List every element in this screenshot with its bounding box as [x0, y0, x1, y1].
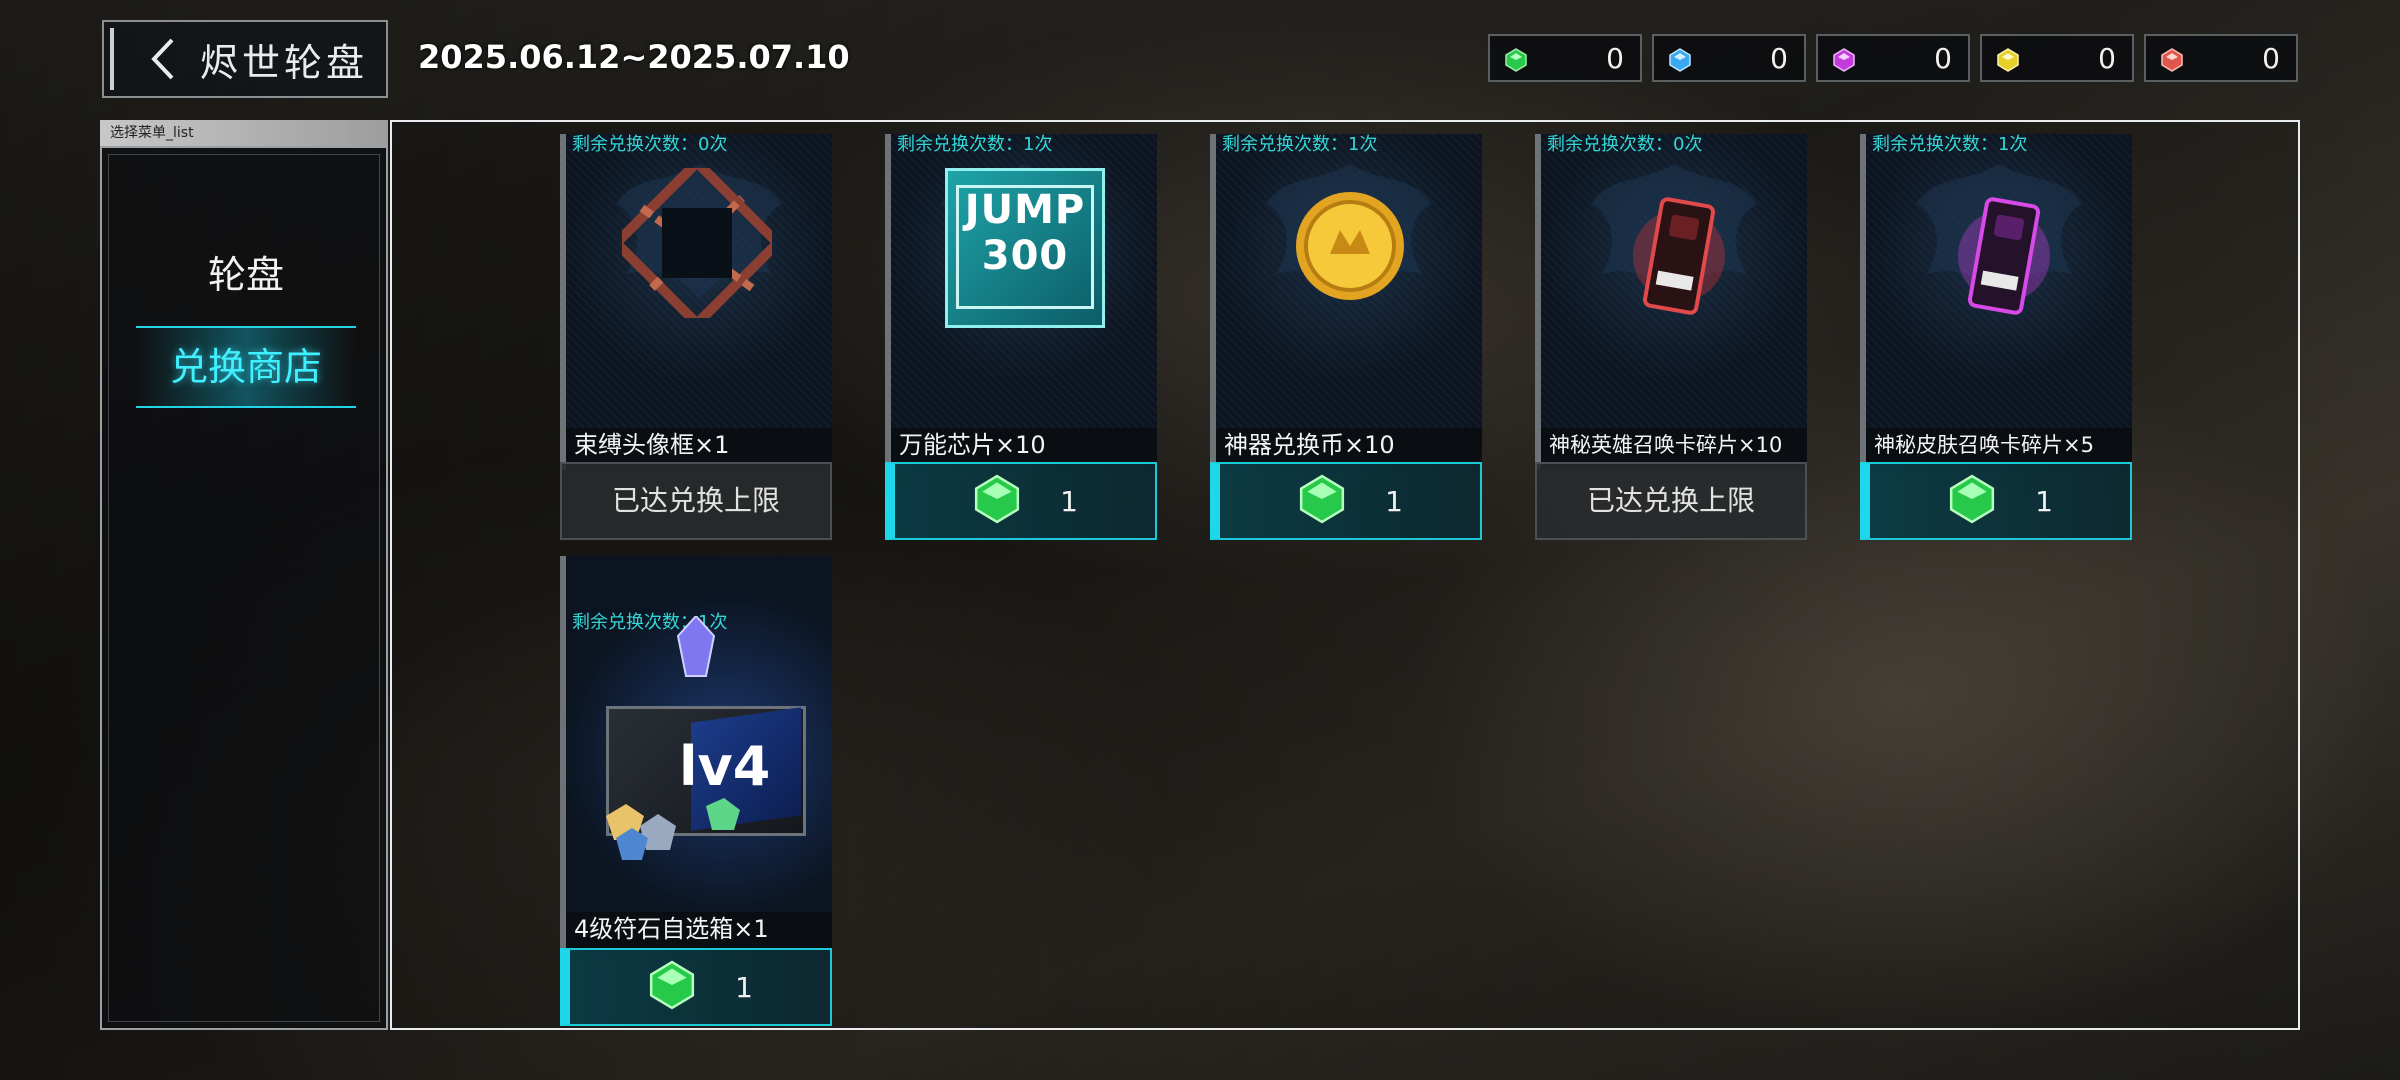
artifact-coin-icon	[1296, 192, 1404, 300]
side-menu-header: 选择菜单_list	[100, 120, 388, 146]
shop-item-card: 剩余兑换次数：0次 束缚头像框×1 已达兑换上限	[560, 134, 832, 540]
currency-value: 0	[1934, 41, 1952, 75]
currency-bar: 0 0 0 0 0	[1488, 34, 2298, 82]
green-gem-icon	[647, 960, 697, 1014]
price-value: 1	[1385, 484, 1403, 518]
green-gem-icon	[972, 474, 1022, 528]
skin-summon-card-icon	[1958, 197, 2050, 315]
chevron-left-icon	[148, 36, 192, 82]
limit-reached-button[interactable]: 已达兑换上限	[1535, 462, 1807, 540]
item-image[interactable]: 剩余兑换次数：0次	[1535, 134, 1807, 428]
yellow-gem-icon	[1996, 48, 2020, 76]
currency-value: 0	[1606, 41, 1624, 75]
green-gem-icon	[1297, 474, 1347, 528]
exchange-shop-panel: 剩余兑换次数：0次 束缚头像框×1 已达兑换上限 剩余兑换次数：1次 JUMP …	[390, 120, 2300, 1030]
bound-avatar-frame-icon	[622, 168, 772, 318]
green-gem-icon	[1504, 48, 1528, 76]
exchange-button[interactable]: 1	[560, 948, 832, 1026]
blue-gem-icon	[1668, 48, 1692, 76]
item-image[interactable]: 剩余兑换次数：1次	[1210, 134, 1482, 428]
item-image[interactable]: 剩余兑换次数：1次 JUMP 300	[885, 134, 1157, 428]
item-image[interactable]: 剩余兑换次数：0次	[560, 134, 832, 428]
exchange-button[interactable]: 1	[885, 462, 1157, 540]
currency-red: 0	[2144, 34, 2298, 82]
limit-reached-button[interactable]: 已达兑换上限	[560, 462, 832, 540]
shop-item-card: 剩余兑换次数：1次 lv4 4级符石自选箱×1 1	[560, 556, 832, 1026]
remaining-count: 剩余兑换次数：1次	[897, 134, 1053, 155]
shop-item-card: 剩余兑换次数：1次 神秘皮肤召唤卡碎片×5 1	[1860, 134, 2132, 540]
universal-chip-icon: JUMP 300	[945, 168, 1105, 328]
side-menu: 选择菜单_list 轮盘 兑换商店	[100, 120, 388, 1030]
sidebar-item-exchange-shop[interactable]: 兑换商店	[136, 326, 356, 408]
price-value: 1	[2035, 484, 2053, 518]
rune-stones-icon	[606, 798, 740, 860]
price-value: 1	[1060, 484, 1078, 518]
exchange-button[interactable]: 1	[1210, 462, 1482, 540]
price-value: 1	[735, 970, 753, 1004]
currency-yellow: 0	[1980, 34, 2134, 82]
currency-blue: 0	[1652, 34, 1806, 82]
remaining-count: 剩余兑换次数：0次	[572, 134, 728, 155]
shop-item-card: 剩余兑换次数：1次 神器兑换币×10 1	[1210, 134, 1482, 540]
item-image[interactable]: 剩余兑换次数：1次	[1860, 134, 2132, 428]
sidebar-item-wheel[interactable]: 轮盘	[102, 244, 390, 299]
currency-value: 0	[2098, 41, 2116, 75]
page-title: 烬世轮盘	[200, 40, 369, 85]
event-date-range: 2025.06.12~2025.07.10	[418, 38, 850, 76]
currency-value: 0	[2262, 41, 2280, 75]
remaining-count: 剩余兑换次数：1次	[1222, 134, 1378, 155]
side-menu-body: 轮盘 兑换商店	[100, 146, 388, 1030]
crystal-icon	[676, 616, 716, 677]
shop-item-card: 剩余兑换次数：1次 JUMP 300 万能芯片×10 1	[885, 134, 1157, 540]
remaining-count: 剩余兑换次数：0次	[1547, 134, 1703, 155]
currency-value: 0	[1770, 41, 1788, 75]
exchange-button[interactable]: 1	[1860, 462, 2132, 540]
item-image[interactable]: 剩余兑换次数：1次 lv4	[560, 556, 832, 916]
remaining-count: 剩余兑换次数：1次	[1872, 134, 2028, 155]
red-gem-icon	[2160, 48, 2184, 76]
purple-gem-icon	[1832, 48, 1856, 76]
currency-purple: 0	[1816, 34, 1970, 82]
box-level-label: lv4	[679, 735, 771, 798]
chip-label: JUMP 300	[964, 187, 1086, 279]
currency-green: 0	[1488, 34, 1642, 82]
hero-summon-card-icon	[1633, 197, 1725, 315]
back-button[interactable]: 烬世轮盘	[102, 20, 388, 98]
green-gem-icon	[1947, 474, 1997, 528]
shop-item-card: 剩余兑换次数：0次 神秘英雄召唤卡碎片×10 已达兑换上限	[1535, 134, 1807, 540]
